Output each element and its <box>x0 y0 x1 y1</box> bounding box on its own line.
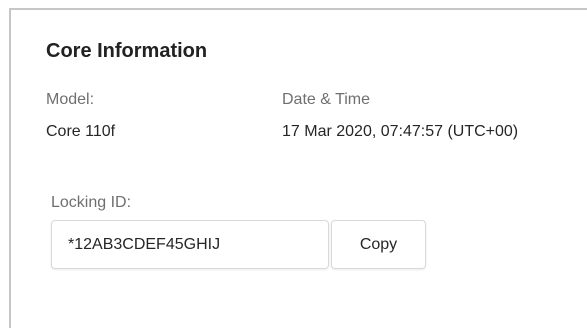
datetime-value: 17 Mar 2020, 07:47:57 (UTC+00) <box>282 123 519 140</box>
datetime-label: Date & Time <box>282 91 371 108</box>
locking-id-field[interactable] <box>51 220 329 269</box>
model-label: Model: <box>46 91 95 108</box>
card-title: Core Information <box>46 40 208 62</box>
locking-id-label: Locking ID: <box>51 194 132 211</box>
model-value: Core 110f <box>46 123 116 140</box>
copy-button[interactable]: Copy <box>331 220 426 269</box>
